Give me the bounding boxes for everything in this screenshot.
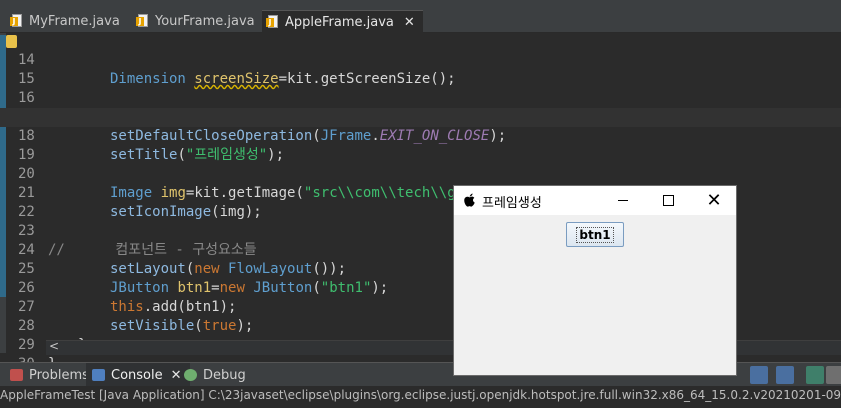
tab-label: Debug (203, 367, 246, 383)
maximize-icon (662, 195, 674, 206)
close-window-button[interactable]: ✕ (692, 186, 736, 215)
window-titlebar[interactable]: 프레임생성 ✕ (454, 186, 736, 215)
console-toolbar-button[interactable] (750, 366, 768, 384)
code-line[interactable]: 17 setDefaultCloseOperation(JFrame.EXIT_… (0, 89, 841, 144)
close-icon: ✕ (706, 190, 722, 211)
tab-yourframe[interactable]: J YourFrame.java (136, 10, 255, 32)
tab-label: MyFrame.java (29, 13, 120, 29)
tab-label: AppleFrame.java (285, 14, 394, 30)
java-file-icon: J (266, 15, 279, 29)
editor-tab-bar: J MyFrame.java J YourFrame.java J AppleF… (0, 0, 841, 33)
tab-label: YourFrame.java (155, 13, 255, 29)
btn1-button[interactable]: btn1 (566, 222, 624, 247)
java-file-icon: J (10, 14, 23, 28)
scroll-left-arrow-icon[interactable]: < (49, 339, 59, 353)
apple-logo-icon (464, 193, 475, 207)
tab-debug[interactable]: Debug (184, 363, 246, 387)
tab-console[interactable]: Console ✕ (86, 363, 190, 387)
debug-icon (184, 369, 197, 381)
close-tab-icon[interactable]: ✕ (404, 15, 415, 30)
minimize-icon (618, 200, 628, 201)
window-title: 프레임생성 (482, 196, 542, 211)
code-line[interactable]: 15 (0, 51, 841, 87)
code-line[interactable]: 20 Image img=kit.getImage("src\\com\\tec… (0, 146, 841, 201)
console-toolbar-button[interactable] (826, 366, 841, 384)
problems-icon (10, 369, 23, 381)
tab-appleframe[interactable]: J AppleFrame.java ✕ (262, 10, 423, 33)
console-toolbar-button[interactable] (806, 366, 824, 384)
tab-problems[interactable]: Problems (8, 363, 95, 387)
swing-frame-window: 프레임생성 ✕ btn1 (453, 185, 737, 376)
code-line[interactable]: 16 setSize(300,200); (0, 70, 841, 125)
tab-label: Problems (29, 367, 89, 383)
code-line[interactable]: 19 (0, 127, 841, 163)
java-file-icon: J (136, 14, 149, 28)
console-icon (92, 369, 105, 381)
tab-myframe[interactable]: J MyFrame.java (10, 10, 120, 32)
code-line-current[interactable]: 18 setTitle("프레임생성"); (0, 108, 841, 163)
minimize-button[interactable] (601, 186, 645, 215)
maximize-button[interactable] (646, 186, 690, 215)
code-line[interactable]: 21 setIconImage(img); (0, 165, 841, 220)
tab-label: Console (111, 367, 163, 383)
close-console-icon[interactable]: ✕ (171, 368, 182, 383)
btn1-label: btn1 (576, 226, 614, 243)
console-status-line: AppleFrameTest [Java Application] C:\23j… (0, 386, 841, 408)
console-toolbar-button[interactable] (776, 366, 794, 384)
code-line[interactable]: 14 Dimension screenSize=kit.getScreenSiz… (0, 32, 841, 87)
